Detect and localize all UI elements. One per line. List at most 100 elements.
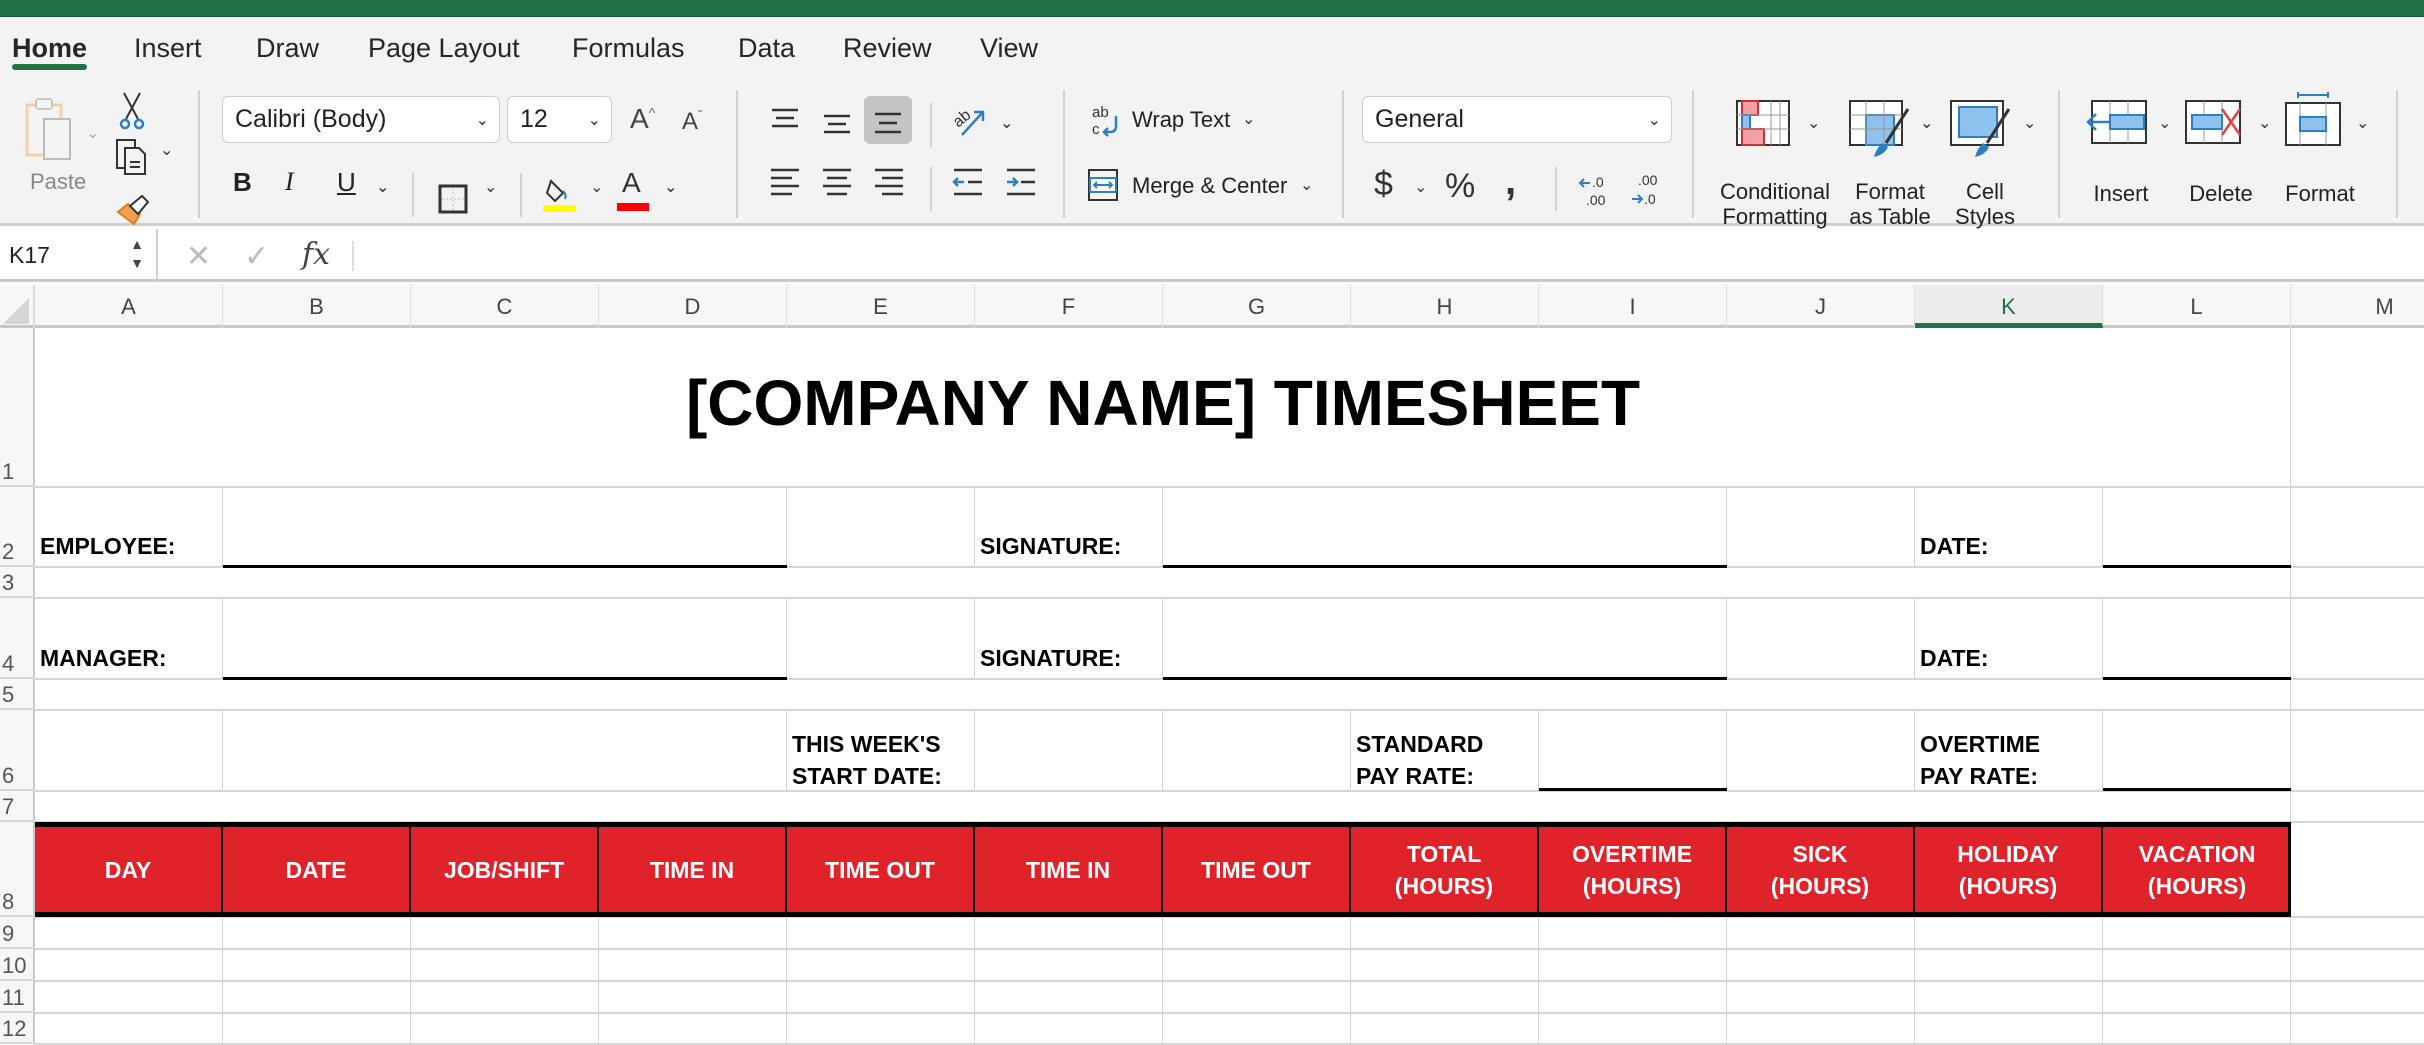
fill-color-dropdown-icon[interactable]: ⌄ <box>590 177 603 197</box>
row-header-6[interactable]: 6 <box>0 710 35 791</box>
conditional-formatting-button[interactable]: ⌄ Conditional Formatting <box>1715 99 1835 229</box>
standard-pay-rate-label[interactable]: STANDARD PAY RATE: <box>1356 728 1483 792</box>
row-header-2[interactable]: 2 <box>0 487 35 567</box>
row-header-3[interactable]: 3 <box>0 567 35 598</box>
align-top-icon[interactable] <box>770 107 800 133</box>
font-color-dropdown-icon[interactable]: ⌄ <box>664 177 677 197</box>
select-all-button[interactable] <box>0 285 35 328</box>
italic-button[interactable]: I <box>285 167 294 197</box>
row-header-10[interactable]: 10 <box>0 949 35 981</box>
manager-date-line[interactable] <box>2103 677 2291 680</box>
table-header-cell[interactable]: DAY <box>35 827 223 912</box>
tab-formulas[interactable]: Formulas <box>572 33 685 64</box>
column-header-i[interactable]: I <box>1539 285 1727 328</box>
employee-signature-line[interactable] <box>1163 565 1727 568</box>
borders-icon[interactable] <box>438 184 468 214</box>
format-painter-icon[interactable] <box>116 194 152 228</box>
tab-data[interactable]: Data <box>738 33 795 64</box>
underline-button[interactable]: U <box>337 167 356 198</box>
table-header-cell[interactable]: HOLIDAY (HOURS) <box>1915 827 2103 912</box>
percent-button[interactable]: % <box>1445 167 1475 206</box>
row-header-9[interactable]: 9 <box>0 917 35 949</box>
column-header-d[interactable]: D <box>599 285 787 328</box>
table-header-cell[interactable]: OVERTIME (HOURS) <box>1539 827 1727 912</box>
tab-draw[interactable]: Draw <box>256 33 319 64</box>
standard-pay-rate-line[interactable] <box>1539 788 1727 791</box>
row-header-5[interactable]: 5 <box>0 679 35 710</box>
font-family-select[interactable]: Calibri (Body) ⌄ <box>222 96 500 143</box>
font-size-select[interactable]: 12 ⌄ <box>507 96 612 143</box>
orientation-dropdown-icon[interactable]: ⌄ <box>1000 113 1013 133</box>
table-header-cell[interactable]: DATE <box>223 827 411 912</box>
column-header-k[interactable]: K <box>1915 285 2103 328</box>
align-middle-icon[interactable] <box>822 113 852 139</box>
tab-insert[interactable]: Insert <box>134 33 202 64</box>
currency-button[interactable]: $ <box>1374 165 1393 204</box>
name-box-stepper-icon[interactable]: ▲ ▼ <box>130 235 144 273</box>
column-header-j[interactable]: J <box>1727 285 1915 328</box>
employee-date-line[interactable] <box>2103 565 2291 568</box>
currency-dropdown-icon[interactable]: ⌄ <box>1414 177 1427 197</box>
table-header-cell[interactable]: VACATION (HOURS) <box>2103 827 2291 912</box>
column-header-c[interactable]: C <box>411 285 599 328</box>
confirm-entry-icon[interactable]: ✓ <box>244 239 269 274</box>
wrap-text-button[interactable]: ab c Wrap Text ⌄ <box>1090 102 1260 142</box>
tab-home[interactable]: Home <box>12 33 87 64</box>
manager-label[interactable]: MANAGER: <box>40 645 167 672</box>
name-box[interactable]: K17 ▲ ▼ <box>0 229 158 282</box>
cut-icon[interactable] <box>118 91 146 131</box>
insert-cells-button[interactable]: ⌄ Insert <box>2080 99 2175 209</box>
column-header-b[interactable]: B <box>223 285 411 328</box>
copy-dropdown-icon[interactable]: ⌄ <box>160 140 173 160</box>
week-start-label[interactable]: THIS WEEK'S START DATE: <box>792 728 942 792</box>
tab-page-layout[interactable]: Page Layout <box>368 33 520 64</box>
align-center-icon[interactable] <box>822 167 852 197</box>
overtime-pay-rate-label[interactable]: OVERTIME PAY RATE: <box>1920 728 2040 792</box>
align-bottom-button[interactable] <box>864 96 912 144</box>
sheet-title[interactable]: [COMPANY NAME] TIMESHEET <box>35 366 2291 440</box>
borders-dropdown-icon[interactable]: ⌄ <box>484 177 497 197</box>
manager-signature-label[interactable]: SIGNATURE: <box>980 645 1121 672</box>
table-header-cell[interactable]: TIME IN <box>975 827 1163 912</box>
employee-label[interactable]: EMPLOYEE: <box>40 533 175 560</box>
row-header-12[interactable]: 12 <box>0 1013 35 1044</box>
employee-signature-label[interactable]: SIGNATURE: <box>980 533 1121 560</box>
column-header-a[interactable]: A <box>35 285 223 328</box>
increase-font-size-button[interactable]: A^ <box>630 103 655 135</box>
underline-dropdown-icon[interactable]: ⌄ <box>376 177 389 197</box>
manager-input-line[interactable] <box>223 677 787 680</box>
align-left-icon[interactable] <box>770 167 800 197</box>
table-header-cell[interactable]: TIME OUT <box>1163 827 1351 912</box>
table-header-cell[interactable]: JOB/SHIFT <box>411 827 599 912</box>
column-header-l[interactable]: L <box>2103 285 2291 328</box>
number-format-select[interactable]: General ⌄ <box>1362 96 1672 143</box>
column-header-e[interactable]: E <box>787 285 975 328</box>
copy-icon[interactable] <box>115 138 149 176</box>
align-right-icon[interactable] <box>874 167 904 197</box>
employee-date-label[interactable]: DATE: <box>1920 533 1989 560</box>
column-header-m[interactable]: M <box>2291 285 2424 328</box>
employee-input-line[interactable] <box>223 565 787 568</box>
formula-input[interactable] <box>360 229 2424 282</box>
column-header-f[interactable]: F <box>975 285 1163 328</box>
manager-signature-line[interactable] <box>1163 677 1727 680</box>
decrease-indent-icon[interactable] <box>952 167 984 197</box>
cell-styles-button[interactable]: ⌄ Cell Styles <box>1945 99 2045 229</box>
manager-date-label[interactable]: DATE: <box>1920 645 1989 672</box>
orientation-icon[interactable]: ab <box>952 103 988 139</box>
overtime-pay-rate-line[interactable] <box>2103 788 2291 791</box>
row-header-1[interactable]: 1 <box>0 328 35 487</box>
format-cells-button[interactable]: ⌄ Format <box>2280 89 2380 209</box>
row-header-8[interactable]: 8 <box>0 822 35 917</box>
delete-cells-button[interactable]: ⌄ Delete <box>2180 99 2275 209</box>
bold-button[interactable]: B <box>233 167 252 198</box>
comma-style-button[interactable]: , <box>1505 159 1516 204</box>
increase-indent-icon[interactable] <box>1005 167 1037 197</box>
insert-function-icon[interactable]: fx <box>302 237 330 272</box>
table-header-cell[interactable]: TIME IN <box>599 827 787 912</box>
cancel-entry-icon[interactable]: ✕ <box>186 239 211 274</box>
increase-decimal-icon[interactable]: .0.00 <box>1578 171 1612 209</box>
merge-center-button[interactable]: Merge & Center ⌄ <box>1088 167 1318 207</box>
table-header-cell[interactable]: SICK (HOURS) <box>1727 827 1915 912</box>
fill-color-icon[interactable] <box>543 177 577 213</box>
